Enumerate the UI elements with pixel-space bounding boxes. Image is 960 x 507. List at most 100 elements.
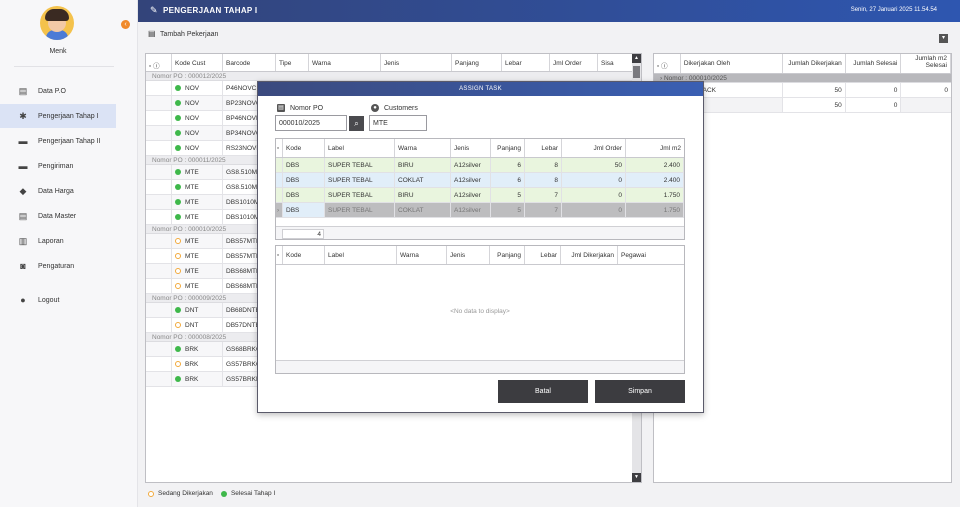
column-header[interactable]: Jml Order: [562, 139, 626, 157]
total-done: 50: [783, 98, 846, 112]
table-row[interactable]: DBS SUPER TEBAL COKLAT A12silver 6 8 0 2.400: [276, 173, 684, 188]
column-header[interactable]: Lebar: [525, 246, 561, 264]
column-header[interactable]: Lebar: [502, 54, 550, 71]
done-icon: [175, 199, 181, 205]
grid-header: ▫ ⓘ Dikerjakan Oleh Jumlah Dikerjakan Ju…: [654, 54, 951, 74]
chevron-down-icon[interactable]: ▾: [939, 34, 948, 43]
cell-kode: NOV: [185, 130, 200, 137]
search-icon[interactable]: ⌕: [349, 116, 364, 131]
sidebar-item-logout[interactable]: ● Logout: [0, 288, 116, 312]
table-row[interactable]: DBS SUPER TEBAL BIRU A12silver 6 8 50 2.400: [276, 158, 684, 173]
row-indicator: [276, 173, 283, 187]
cell-jenis: A12silver: [451, 173, 491, 187]
sidebar-item-pengerjaan-tahap-2[interactable]: ▬ Pengerjaan Tahap II: [0, 129, 116, 153]
column-header[interactable]: Tipe: [276, 54, 309, 71]
scroll-down-icon[interactable]: ▼: [632, 473, 641, 482]
cell-label: SUPER TEBAL: [325, 203, 395, 217]
sidebar-item-label: Data Master: [38, 212, 77, 220]
cell-kode-cust: MTE: [172, 234, 223, 248]
done-icon: [175, 214, 181, 220]
po-label: ▤ Nomor PO: [277, 104, 323, 112]
column-header[interactable]: Kode Cust: [172, 54, 223, 71]
column-header[interactable]: Dikerjakan Oleh: [681, 54, 784, 73]
column-header[interactable]: Sisa: [598, 54, 633, 71]
column-header[interactable]: Jml m2: [626, 139, 684, 157]
sidebar-item-laporan[interactable]: ▥ Laporan: [0, 229, 116, 253]
done-icon: [175, 115, 181, 121]
avatar[interactable]: [40, 6, 74, 40]
legend-in-progress: Sedang Dikerjakan: [158, 490, 213, 497]
info-icon[interactable]: ▫ ⓘ: [654, 54, 681, 73]
table-row[interactable]: DBS SUPER TEBAL BIRU A12silver 5 7 0 1.750: [276, 188, 684, 203]
cell-kode: BRK: [185, 346, 199, 353]
cell-kode-cust: DNT: [172, 318, 223, 332]
done-icon: [175, 169, 181, 175]
cell-m2: 0: [944, 87, 948, 94]
cell-kode-cust: NOV: [172, 96, 223, 110]
column-header[interactable]: Barcode: [223, 54, 276, 71]
column-header[interactable]: Jml Dikerjakan: [561, 246, 618, 264]
sidebar-item-label: Pengerjaan Tahap II: [38, 137, 101, 145]
row-indicator: [146, 372, 172, 386]
assign-task-dialog: ASSIGN TASK ▤ Nomor PO 000010/2025 ⌕ ● C…: [257, 81, 704, 413]
po-number-field[interactable]: 000010/2025: [275, 115, 347, 131]
sidebar-item-data-po[interactable]: ▤ Data P.O: [0, 79, 116, 103]
scroll-thumb[interactable]: [633, 66, 640, 78]
column-header[interactable]: Pegawai: [618, 246, 684, 264]
cell-kode-cust: NOV: [172, 126, 223, 140]
column-header[interactable]: Lebar: [525, 139, 562, 157]
sidebar-item-label: Pengerjaan Tahap I: [38, 112, 99, 120]
grid-body: DBS SUPER TEBAL BIRU A12silver 6 8 50 2.400 DBS S…: [276, 158, 684, 218]
cell-kode-cust: MTE: [172, 210, 223, 224]
sidebar-item-data-harga[interactable]: ◆ Data Harga: [0, 179, 116, 203]
customer-field[interactable]: MTE: [369, 115, 427, 131]
table-row[interactable]: › DBS SUPER TEBAL COKLAT A12silver 5 7 0 1.750: [276, 203, 684, 218]
save-button[interactable]: Simpan: [595, 380, 685, 403]
users-icon: ●: [371, 104, 379, 112]
gear-icon: ✱: [19, 110, 27, 121]
column-header[interactable]: Jumlah m2 Selesai: [901, 54, 951, 73]
cell-warna: COKLAT: [395, 173, 451, 187]
column-header[interactable]: Jenis: [447, 246, 490, 264]
pin-icon: ✎: [150, 5, 158, 15]
cell-kode-cust: MTE: [172, 180, 223, 194]
column-header[interactable]: Jml Order: [550, 54, 598, 71]
column-header[interactable]: Warna: [309, 54, 381, 71]
column-header[interactable]: Kode: [283, 246, 325, 264]
document-icon: ▤: [277, 104, 285, 112]
cancel-button[interactable]: Batal: [498, 380, 588, 403]
cell-kode: BRK: [185, 376, 199, 383]
done-icon: [175, 376, 181, 382]
sidebar-item-pengiriman[interactable]: ▬ Pengiriman: [0, 154, 116, 178]
info-icon[interactable]: ▫ ⓘ: [146, 54, 172, 71]
done-icon: [175, 307, 181, 313]
cell-label: SUPER TEBAL: [325, 173, 395, 187]
column-header[interactable]: Jenis: [451, 139, 491, 157]
column-header[interactable]: Jumlah Dikerjakan: [783, 54, 846, 73]
cell-m2: 1.750: [626, 188, 684, 202]
group-row[interactable]: Nomor PO : 000012/2025: [146, 72, 641, 81]
column-header[interactable]: Panjang: [491, 139, 525, 157]
column-header[interactable]: Warna: [395, 139, 451, 157]
column-header[interactable]: Jenis: [381, 54, 452, 71]
add-task-button[interactable]: ▤ Tambah Pekerjaan: [148, 30, 218, 38]
cell-kode: DNT: [185, 322, 199, 329]
column-header[interactable]: Panjang: [452, 54, 502, 71]
column-header[interactable]: Label: [325, 246, 397, 264]
sidebar-item-label: Data Harga: [38, 187, 74, 195]
sidebar-item-pengerjaan-tahap-1[interactable]: ✱ Pengerjaan Tahap I: [0, 104, 116, 128]
collapse-sidebar-button[interactable]: ‹: [121, 20, 130, 29]
sidebar-item-pengaturan[interactable]: ◙ Pengaturan: [0, 254, 116, 278]
scroll-up-icon[interactable]: ▲: [632, 54, 641, 63]
column-header[interactable]: Panjang: [490, 246, 525, 264]
column-header[interactable]: Kode: [283, 139, 325, 157]
column-header[interactable]: Label: [325, 139, 395, 157]
column-header[interactable]: Warna: [397, 246, 447, 264]
sidebar-item-data-master[interactable]: ▤ Data Master: [0, 204, 116, 228]
status-legend: Sedang Dikerjakan Selesai Tahap I: [148, 490, 283, 497]
cell-lebar: 8: [525, 158, 562, 172]
no-data-message: <No data to display>: [450, 308, 510, 315]
column-header[interactable]: Jumlah Selesai: [846, 54, 902, 73]
sidebar: Menk ‹ ▤ Data P.O ✱ Pengerjaan Tahap I ▬…: [0, 0, 138, 507]
row-count: 4: [282, 229, 324, 239]
